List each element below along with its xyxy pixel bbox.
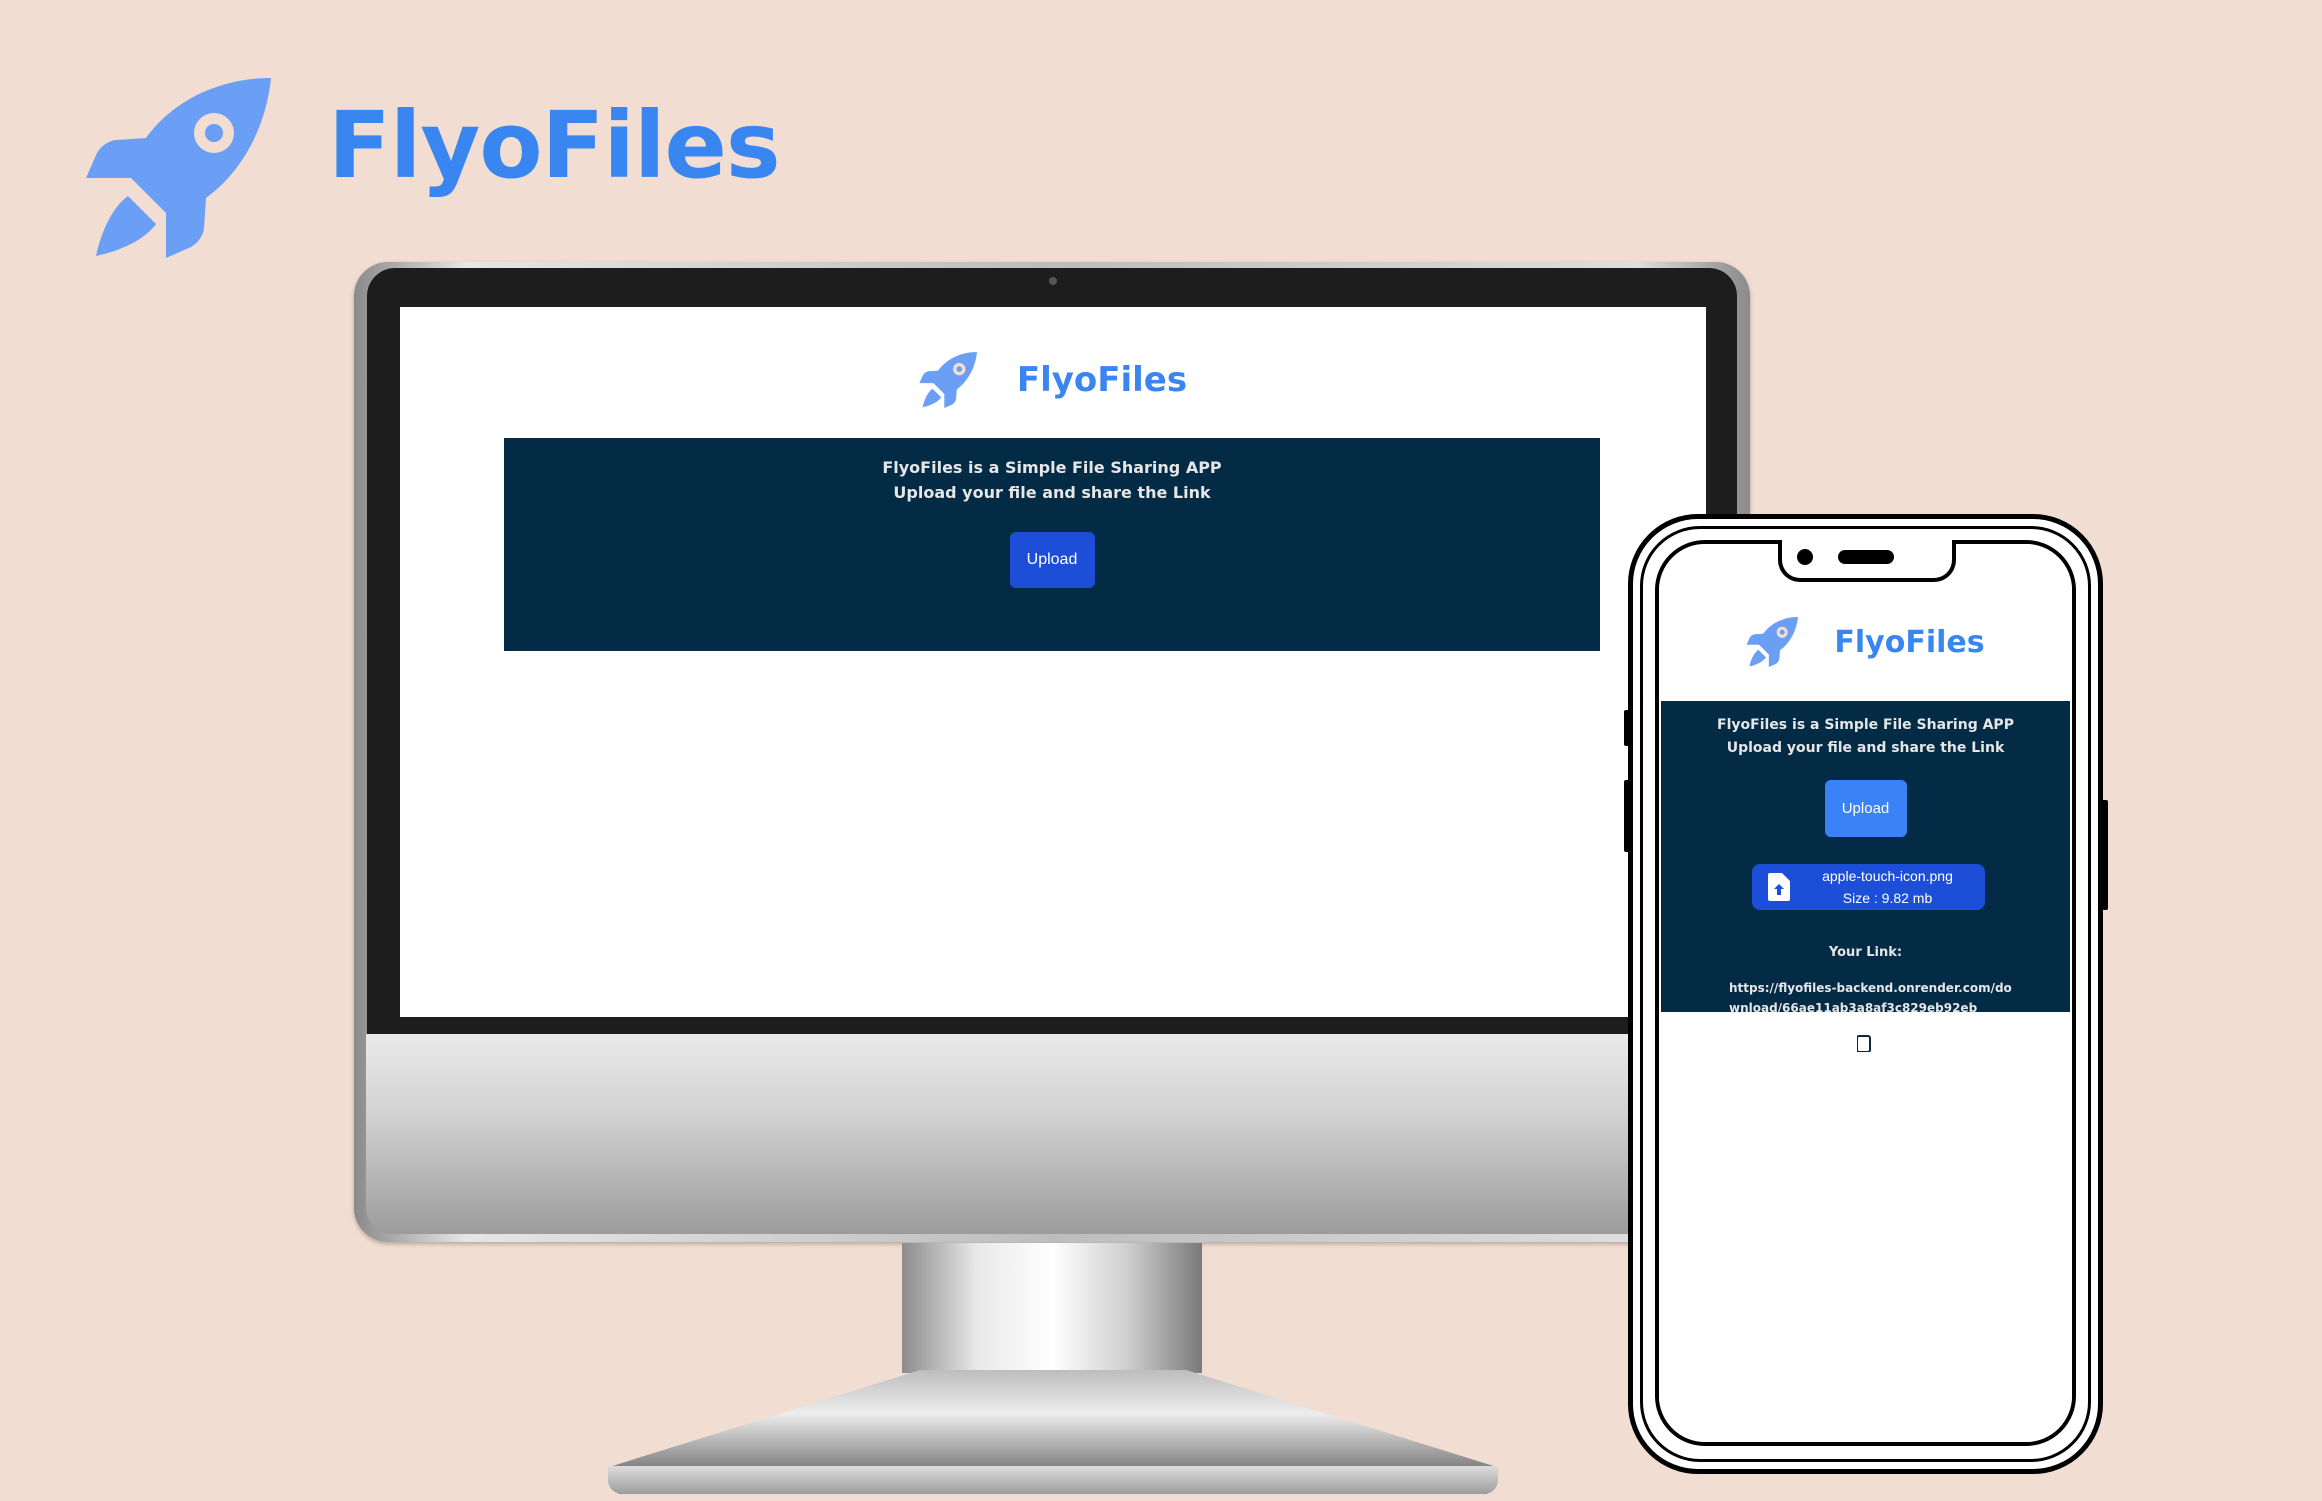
mobile-tagline: FlyoFiles is a Simple File Sharing APP	[1717, 717, 2014, 733]
monitor-stand-foot	[608, 1466, 1498, 1494]
desktop-screen: FlyoFiles FlyoFiles is a Simple File Sha…	[400, 307, 1706, 1017]
desktop-upload-button[interactable]: Upload	[1009, 532, 1095, 588]
mobile-upload-button[interactable]: Upload	[1824, 780, 1907, 837]
phone-screen: FlyoFiles FlyoFiles is a Simple File Sha…	[1659, 544, 2072, 1442]
desktop-app-title: FlyoFiles	[1016, 360, 1188, 400]
monitor-stand-neck	[902, 1243, 1202, 1373]
desktop-hero-panel: FlyoFiles is a Simple File Sharing APP U…	[504, 438, 1600, 651]
desktop-subtagline: Upload your file and share the Link	[893, 483, 1211, 502]
desktop-tagline: FlyoFiles is a Simple File Sharing APP	[882, 458, 1222, 477]
share-link[interactable]: https://flyofiles-backend.onrender.com/d…	[1729, 978, 2019, 1018]
desktop-header: FlyoFiles	[400, 345, 1706, 415]
mobile-app-title: FlyoFiles	[1834, 624, 1985, 660]
share-link-line-1: https://flyofiles-backend.onrender.com/d…	[1729, 981, 2012, 995]
phone-front-camera	[1797, 549, 1813, 565]
mobile-header: FlyoFiles	[1659, 612, 2072, 672]
mobile-hero-panel: FlyoFiles is a Simple File Sharing APP U…	[1661, 701, 2070, 1052]
file-upload-icon	[1768, 873, 1790, 901]
file-name: apple-touch-icon.png	[1822, 868, 1953, 884]
rocket-icon	[1746, 617, 1800, 667]
hero-title: FlyoFiles	[328, 92, 781, 199]
your-link-label: Your Link:	[1828, 945, 1903, 960]
webcam	[1049, 277, 1057, 285]
copy-icon[interactable]	[1857, 1032, 1875, 1052]
rocket-icon	[86, 78, 276, 258]
uploaded-file-chip[interactable]: apple-touch-icon.png Size : 9.82 mb	[1752, 864, 1985, 910]
mobile-subtagline: Upload your file and share the Link	[1726, 740, 2005, 756]
phone-speaker	[1838, 550, 1894, 564]
monitor-chin	[366, 1034, 1738, 1234]
rocket-icon	[919, 352, 979, 408]
file-size: Size : 9.82 mb	[1842, 890, 1933, 906]
share-link-line-2: wnload/66ae11ab3a8af3c829eb92eb	[1729, 1001, 1978, 1015]
